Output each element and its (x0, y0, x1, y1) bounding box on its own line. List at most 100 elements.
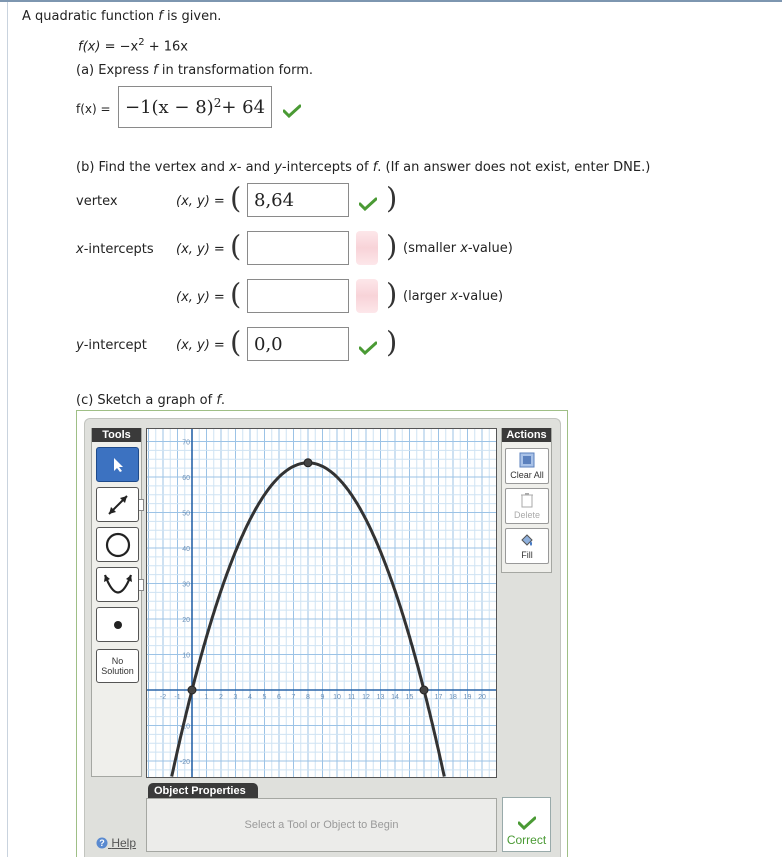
open-paren: ( (230, 181, 242, 215)
trash-icon (521, 493, 533, 508)
x-tick-label: 1 (205, 694, 209, 701)
vertex-input[interactable]: 8,64 (247, 183, 349, 217)
check-icon (359, 341, 377, 355)
fill-button[interactable]: Fill (505, 528, 549, 564)
coordinate-grid[interactable]: -2 -1 1 2 3 4 5 6 7 8 9 10 11 12 13 14 15 17 18 19 207060504… (147, 429, 497, 780)
vertex-label: vertex (76, 194, 118, 209)
y-tick-label: 50 (182, 511, 190, 518)
y-intercept-label: y-intercept (76, 338, 147, 353)
part-c-prompt: (c) Sketch a graph of f. (76, 393, 226, 408)
close-paren: ) (386, 277, 398, 311)
graph-point (187, 685, 197, 695)
x-tick-label: 20 (478, 694, 486, 701)
y-tick-label: 30 (182, 582, 190, 589)
xy-label: (x, y) = (176, 290, 225, 305)
circle-tool[interactable] (96, 527, 139, 562)
y-intercept-input[interactable]: 0,0 (247, 327, 349, 361)
x-tick-label: 18 (449, 694, 457, 701)
part-a-label: f(x) = (76, 102, 111, 116)
object-properties-panel: Select a Tool or Object to Begin (146, 798, 497, 852)
x-tick-label: 10 (333, 694, 341, 701)
close-paren: ) (386, 181, 398, 215)
close-paren: ) (386, 325, 398, 359)
x-tick-label: 7 (292, 694, 296, 701)
actions-title: Actions (502, 428, 551, 442)
x-tick-label: 2 (219, 694, 223, 701)
point-icon (113, 620, 122, 629)
x-tick-label: 3 (234, 694, 238, 701)
x-tick-label: 9 (321, 694, 325, 701)
y-tick-label: 10 (182, 653, 190, 660)
line-icon (107, 494, 128, 515)
transformation-form-answer[interactable]: −1(x − 8) 2 + 64 (118, 86, 272, 128)
svg-text:?: ? (99, 838, 105, 848)
x-tick-label: 8 (306, 694, 310, 701)
x-intercept-larger-input[interactable] (247, 279, 349, 313)
x-tick-label: 5 (263, 694, 267, 701)
y-tick-label: -20 (180, 759, 190, 766)
graph-canvas[interactable]: -2 -1 1 2 3 4 5 6 7 8 9 10 11 12 13 14 15 17 18 19 20 70 60 50 4… (146, 428, 497, 780)
problem-intro: A quadratic function f is given. (22, 9, 222, 24)
function-definition: f(x) = −x2 + 16x (78, 37, 188, 55)
help-link[interactable]: ? Help (96, 836, 136, 850)
delete-button[interactable]: Delete (505, 488, 549, 524)
help-icon: ? (96, 837, 108, 849)
x-tick-label: -2 (160, 694, 166, 701)
x-tick-label: 15 (406, 694, 414, 701)
larger-x-note: (larger x-value) (403, 289, 504, 304)
clear-all-button[interactable]: Clear All (505, 448, 549, 484)
x-tick-label: 11 (348, 694, 355, 701)
parabola-tool[interactable] (96, 567, 144, 602)
fill-bucket-icon (521, 534, 533, 546)
xy-label: (x, y) = (176, 338, 225, 353)
x-tick-label: 6 (277, 694, 281, 701)
x-tick-label: -1 (174, 694, 180, 701)
check-icon (359, 197, 377, 211)
y-tick-label: 40 (182, 546, 190, 553)
line-tool-menu-toggle[interactable] (139, 499, 144, 511)
y-tick-label: 60 (182, 475, 190, 482)
correct-indicator: Correct (502, 797, 551, 852)
clear-all-label: Clear All (510, 470, 544, 480)
help-label: Help (111, 836, 137, 850)
pointer-icon (113, 457, 123, 472)
y-tick-label: 20 (182, 617, 190, 624)
incorrect-indicator (356, 231, 378, 265)
x-intercept-smaller-input[interactable] (247, 231, 349, 265)
circle-icon (105, 532, 130, 557)
parabola-tool-menu-toggle[interactable] (139, 579, 144, 591)
fill-label: Fill (521, 550, 533, 560)
x-tick-label: 13 (377, 694, 385, 701)
no-solution-button[interactable]: No Solution (96, 649, 139, 683)
open-paren: ( (230, 277, 242, 311)
x-intercepts-label: x-intercepts (76, 242, 154, 257)
x-tick-label: 19 (464, 694, 472, 701)
check-icon (283, 104, 301, 118)
y-tick-label: 70 (182, 440, 190, 447)
x-tick-label: 4 (248, 694, 252, 701)
graph-point (303, 458, 313, 468)
no-solution-line1: No (111, 656, 124, 666)
smaller-x-note: (smaller x-value) (403, 241, 513, 256)
no-solution-line2: Solution (101, 666, 134, 676)
close-paren: ) (386, 229, 398, 263)
incorrect-indicator (356, 279, 378, 313)
x-tick-label: 12 (362, 694, 370, 701)
xy-label: (x, y) = (176, 194, 225, 209)
open-paren: ( (230, 325, 242, 359)
check-icon (517, 816, 536, 831)
xy-label: (x, y) = (176, 242, 225, 257)
delete-label: Delete (513, 510, 540, 520)
object-properties-title: Object Properties (148, 783, 258, 799)
pointer-tool[interactable] (96, 447, 139, 482)
x-tick-label: 14 (391, 694, 399, 701)
tools-title: Tools (92, 428, 141, 442)
line-tool[interactable] (96, 487, 144, 522)
part-a-prompt: (a) Express f in transformation form. (76, 63, 314, 78)
correct-label: Correct (506, 833, 547, 847)
graph-point (419, 685, 429, 695)
open-paren: ( (230, 229, 242, 263)
parabola-icon (103, 574, 132, 594)
x-tick-label: 17 (435, 694, 443, 701)
point-tool[interactable] (96, 607, 139, 642)
